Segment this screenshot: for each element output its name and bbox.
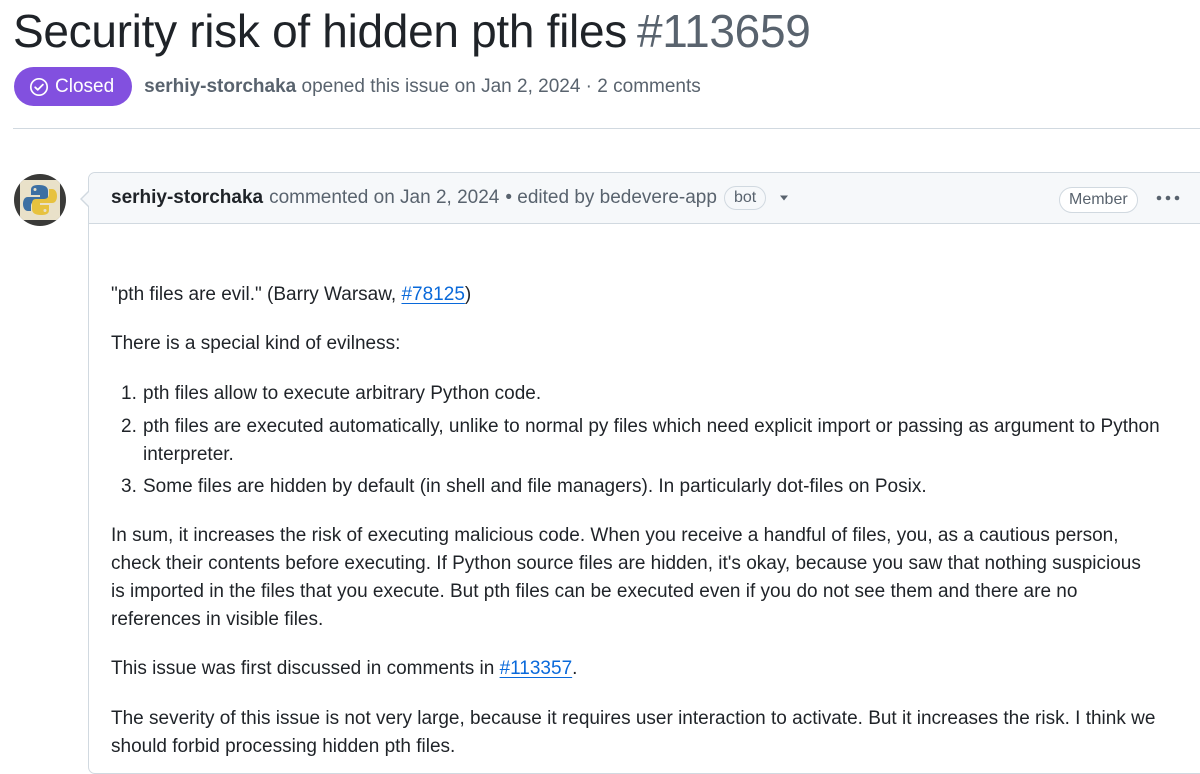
comment-options-button[interactable] [1155,187,1181,209]
state-badge: Closed [14,67,133,106]
summary-line: In sum, it increases the risk of executi… [111,525,1119,546]
issue-link-113357[interactable]: #113357 [500,658,573,679]
header-divider [13,128,1200,129]
comment-author-link[interactable]: serhiy-storchaka [111,187,263,209]
kebab-horizontal-icon [1156,195,1180,201]
issue-author-link[interactable]: serhiy-storchaka [144,76,296,97]
commented-date-link[interactable]: commented on Jan 2, 2024 [269,187,499,209]
bot-badge: bot [723,186,767,210]
list-item: 3. Some files are hidden by default (in s… [121,473,927,501]
list-item-text: pth files allow to execute arbitrary Pyt… [143,383,542,404]
list-item: 1. pth files allow to execute arbitrary P… [121,380,541,408]
list-number: 1. [121,383,137,404]
comment-header-info: serhiy-storchaka commented on Jan 2, 202… [111,173,790,223]
issue-link-78125[interactable]: #78125 [401,284,464,305]
quote-suffix: ) [464,284,472,305]
summary-line: is imported in the files that you execut… [111,581,1078,602]
issue-title: Security risk of hidden pth files [13,5,627,57]
triangle-down-icon [780,195,789,201]
member-badge: Member [1059,187,1138,213]
opened-text: opened this issue on Jan 2, 2024 · 2 com… [301,75,701,97]
issue-title-row: Security risk of hidden pth files #113659 [13,4,811,58]
discussion-text: This issue was first discussed in commen… [111,658,500,679]
list-item: 2. pth files are executed automatically, … [121,413,1160,441]
discussion-paragraph: This issue was first discussed in commen… [111,655,577,683]
severity-line: should forbid processing hidden pth file… [111,736,456,757]
list-item-text: pth files are executed automatically, un… [143,416,1160,437]
comment-header: serhiy-storchaka commented on Jan 2, 202… [89,173,1200,224]
comment-pointer-fill [82,191,90,207]
intro-paragraph: There is a special kind of evilness: [111,333,401,354]
summary-line: check their contents before executing. I… [111,553,1141,574]
opened-by: serhiy-storchaka opened this issue on Ja… [144,76,701,98]
avatar[interactable] [14,174,66,226]
quote-text: "pth files are evil." (Barry Warsaw, [111,284,402,305]
severity-line: The severity of this issue is not very l… [111,708,1156,729]
list-item-text: Some files are hidden by default (in she… [143,476,927,497]
issue-meta: Closed serhiy-storchaka opened this issu… [14,67,701,106]
edited-by-text[interactable]: • edited by bedevere-app [505,187,717,209]
summary-line: references in visible files. [111,609,324,630]
check-circle-icon [29,77,49,96]
state-label: Closed [55,75,115,97]
python-logo-avatar-icon [20,180,60,220]
list-number: 2. [121,416,137,437]
edit-history-dropdown[interactable] [778,194,790,202]
issue-number: #113659 [636,5,811,57]
quote-paragraph: "pth files are evil." (Barry Warsaw, #78… [111,281,471,309]
comment-box: serhiy-storchaka commented on Jan 2, 202… [88,172,1200,774]
list-item-continuation: interpreter. [143,444,234,465]
list-number: 3. [121,476,137,497]
discussion-suffix: . [572,658,578,679]
